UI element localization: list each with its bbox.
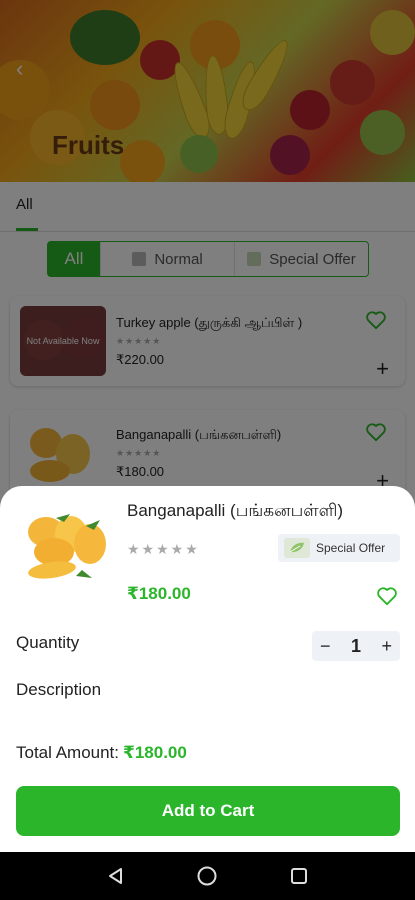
- badge-label: Special Offer: [316, 541, 386, 555]
- total-amount: ₹180.00: [123, 743, 187, 762]
- quantity-label: Quantity: [16, 633, 80, 652]
- rating-stars: ★★★★★: [127, 541, 200, 557]
- product-detail-sheet: Banganapalli (பங்கனபள்ளி) ★★★★★ Special …: [0, 486, 415, 852]
- back-nav-icon[interactable]: [104, 864, 128, 888]
- plus-icon[interactable]: +: [381, 636, 392, 657]
- heart-icon[interactable]: [376, 586, 398, 606]
- add-to-cart-button[interactable]: Add to Cart: [16, 786, 400, 836]
- special-offer-badge: Special Offer: [278, 534, 400, 562]
- leaf-icon: [284, 538, 310, 558]
- total-amount-row: Total Amount: ₹180.00: [16, 743, 187, 763]
- home-nav-icon[interactable]: [195, 864, 219, 888]
- total-label: Total Amount:: [16, 743, 120, 762]
- quantity-stepper: − 1 +: [312, 631, 400, 661]
- recents-nav-icon[interactable]: [287, 864, 311, 888]
- quantity-value: 1: [350, 635, 361, 656]
- description-label: Description: [16, 680, 102, 699]
- product-price: ₹180.00: [127, 584, 191, 603]
- minus-icon[interactable]: −: [320, 636, 331, 657]
- product-image: [28, 514, 106, 579]
- product-name: Banganapalli (பங்கனபள்ளி): [127, 501, 344, 520]
- system-navigation-bar: [0, 852, 415, 900]
